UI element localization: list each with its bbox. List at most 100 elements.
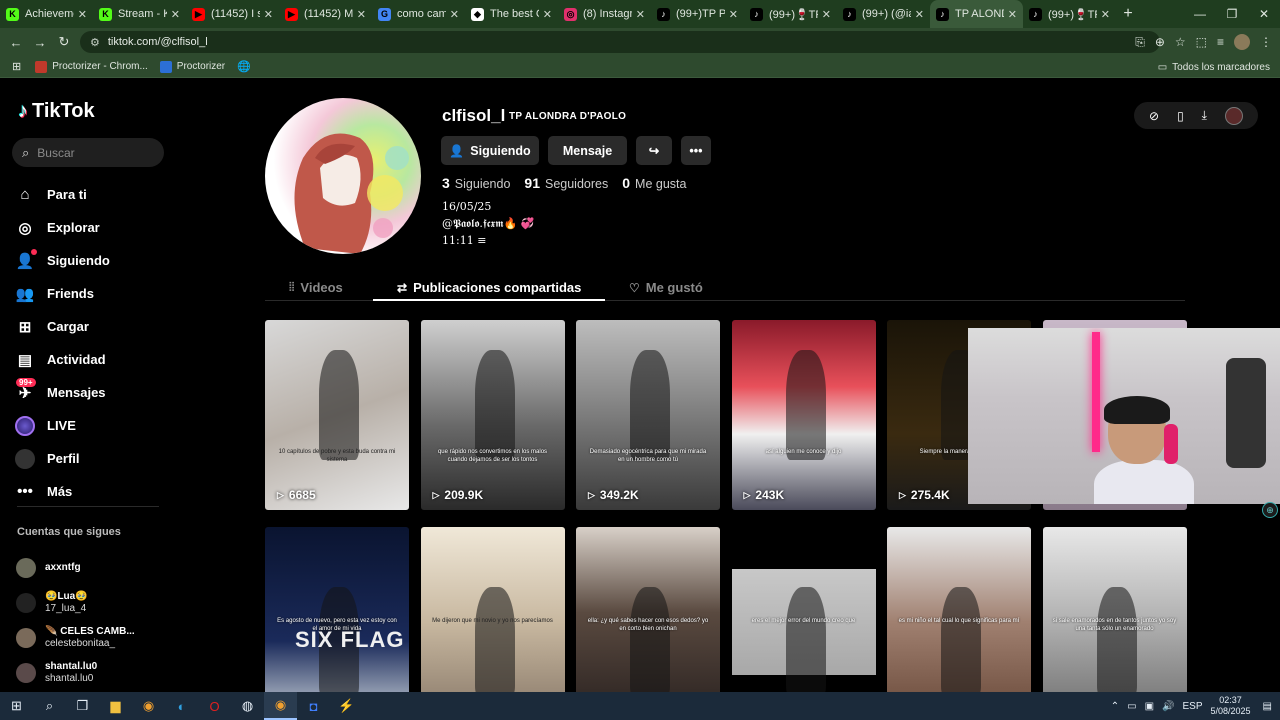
post-thumbnail[interactable]: si sale enamorados en de tantos juntos y… [1042,527,1187,717]
extensions-icon[interactable]: ⬚ [1196,35,1207,49]
tab-close-icon[interactable]: ✕ [1101,8,1110,21]
chrome-active-icon[interactable]: ◉ [264,692,297,720]
sidebar-item-friends[interactable]: 👥 Friends [14,277,110,310]
tab-close-icon[interactable]: ✕ [78,8,87,21]
stat-seguidores[interactable]: 91 Seguidores [524,175,608,191]
browser-tab[interactable]: ▶ (11452) I se ✕ [186,0,279,28]
notification-icon[interactable]: ▤ [1263,701,1272,712]
forward-icon[interactable]: → [28,35,52,50]
opera-icon[interactable]: O [198,692,231,720]
tab-close-icon[interactable]: ✕ [450,8,459,21]
tab-videos[interactable]: ⦙⦙ Videos [289,274,343,301]
start-icon[interactable]: ⊞ [0,692,33,720]
post-thumbnail[interactable]: Me dijeron que mi novio y yo nos parecía… [420,527,565,717]
followed-account[interactable]: 🪶 CELES CAMB... celestebonitaa_ [16,620,135,655]
avatar[interactable] [1224,106,1243,125]
post-thumbnail[interactable]: es mi niño el tal cual lo que significas… [887,527,1031,717]
task-view-icon[interactable]: ❒ [66,692,99,720]
stat-siguiendo[interactable]: 3 Siguiendo [442,175,510,191]
browser-tab[interactable]: ▶ (11452) Mike ✕ [279,0,372,28]
obs-icon[interactable]: ◍ [231,692,264,720]
post-thumbnail[interactable]: SIX FLAG Es agosto de nuevo, pero esta ve… [265,527,409,717]
edge-icon[interactable]: ◐ [165,692,198,720]
browser-tab[interactable]: ◆ The best Ch ✕ [465,0,558,28]
post-thumbnail[interactable]: que rápido nos convertimos en los malos … [420,320,565,510]
new-tab-button[interactable]: + [1116,5,1140,23]
followed-account[interactable]: axxntfg [16,550,135,585]
browser-tab[interactable]: K Achievemen ✕ [0,0,93,28]
site-info-icon[interactable]: ⚙ [90,36,100,49]
media-icon[interactable]: ≡ [1217,35,1224,49]
followed-account[interactable]: shantal.lu0 shantal.lu0 [16,655,135,690]
following-button[interactable]: 👤 Siguiendo [441,136,539,165]
download-icon[interactable]: ⤓ [1202,108,1207,123]
url-field[interactable]: ⚙ tiktok.com/@clfisol_l [80,31,1160,53]
post-thumbnail[interactable]: Demasiado egocéntrica para que mi mirada… [576,320,720,510]
apps-icon[interactable]: ⊞ [12,60,21,73]
browser-tab[interactable]: ♪ (99+)TP PUN ✕ [651,0,744,28]
bookmark-star-icon[interactable]: ☆ [1175,35,1186,49]
close-window-button[interactable]: ✕ [1248,0,1280,28]
tab-close-icon[interactable]: ✕ [822,8,831,21]
browser-tab[interactable]: ♪ (99+) (@iam ✕ [837,0,930,28]
sidebar-item-más[interactable]: ••• Más [14,475,110,508]
sidebar-item-para-ti[interactable]: ⌂ Para ti [14,178,110,211]
browser-tab[interactable]: K Stream - Kick ✕ [93,0,186,28]
zoom-icon[interactable]: ⊕ [1155,35,1165,49]
minimize-button[interactable]: — [1184,0,1216,28]
post-thumbnail[interactable]: 10 capítulos de pobre y esta buda contra… [265,320,409,510]
tab-close-icon[interactable]: ✕ [1008,8,1017,21]
language-indicator[interactable]: ESP [1182,701,1202,712]
browser-tab[interactable]: ◎ (8) Instagran ✕ [558,0,651,28]
avatar[interactable] [1234,34,1250,50]
tab-close-icon[interactable]: ✕ [915,8,924,21]
menu-icon[interactable]: ⋮ [1260,35,1272,49]
tab-close-icon[interactable]: ✕ [171,8,180,21]
tab-close-icon[interactable]: ✕ [729,8,738,21]
kick-icon[interactable]: ⚡ [330,692,363,720]
search-input[interactable]: ⌕ Buscar [12,138,164,167]
followed-account[interactable]: 🥹Lua🥹 17_lua_4 [16,585,135,620]
tab-liked[interactable]: ♡ Me gustó [629,274,703,301]
browser-tab[interactable]: ♪ TP ALONDRA D ✕ [930,0,1023,28]
tab-close-icon[interactable]: ✕ [264,8,273,21]
sidebar-item-perfil[interactable]: Perfil [14,442,110,475]
post-thumbnail[interactable]: eres el mejor error del mundo creo que [731,527,876,717]
bookmark-proctorizer-chrome[interactable]: Proctorizer - Chrom... [35,60,148,73]
chrome-icon[interactable]: ◉ [132,692,165,720]
reload-icon[interactable]: ↻ [52,34,76,50]
drive-icon[interactable]: ▭ [1127,701,1136,712]
device-icon[interactable]: ▯ [1177,109,1184,123]
message-button[interactable]: Mensaje [548,136,627,165]
tab-close-icon[interactable]: ✕ [636,8,645,21]
tab-close-icon[interactable]: ✕ [543,8,552,21]
more-options-button[interactable]: ••• [681,136,711,165]
post-thumbnail[interactable]: así alguien me conoce y dijo ▷ 243K [731,320,876,510]
coins-icon[interactable]: ⊘ [1149,109,1159,123]
side-panel-button[interactable]: ⊕ [1262,502,1278,518]
post-thumbnail[interactable]: ella: ¿y qué sabes hacer con esos dedos?… [576,527,720,717]
sidebar-item-explorar[interactable]: ◎ Explorar [14,211,110,244]
sidebar-item-siguiendo[interactable]: 👤 Siguiendo [14,244,110,277]
tab-reposts[interactable]: ⇄ Publicaciones compartidas [397,274,581,301]
globe-icon[interactable]: 🌐 [237,60,251,73]
volume-icon[interactable]: 🔊 [1162,701,1174,712]
search-icon[interactable]: ⌕ [33,692,66,720]
back-icon[interactable]: ← [4,35,28,50]
restore-button[interactable]: ❐ [1216,0,1248,28]
stat-me-gusta[interactable]: 0 Me gusta [622,175,686,191]
share-button[interactable]: ↪ [636,136,672,165]
install-icon[interactable]: ⎘ [1135,35,1145,50]
network-icon[interactable]: ▣ [1145,701,1154,712]
chevron-up-icon[interactable]: ⌃ [1111,701,1119,712]
tab-close-icon[interactable]: ✕ [357,8,366,21]
browser-tab[interactable]: Gcomo camb ✕ [372,0,465,28]
sidebar-item-live[interactable]: LIVE [14,409,110,442]
sidebar-item-cargar[interactable]: ⊞ Cargar [14,310,110,343]
sidebar-item-mensajes[interactable]: ✈ 99+ Mensajes [14,376,110,409]
browser-tab[interactable]: ♪ (99+)🍷TP S ✕ [1023,0,1116,28]
file-explorer-icon[interactable]: ▆ [99,692,132,720]
sidebar-item-actividad[interactable]: ▤ Actividad [14,343,110,376]
app-icon[interactable]: ◘ [297,692,330,720]
tiktok-logo[interactable]: ♪ TikTok [18,100,95,123]
